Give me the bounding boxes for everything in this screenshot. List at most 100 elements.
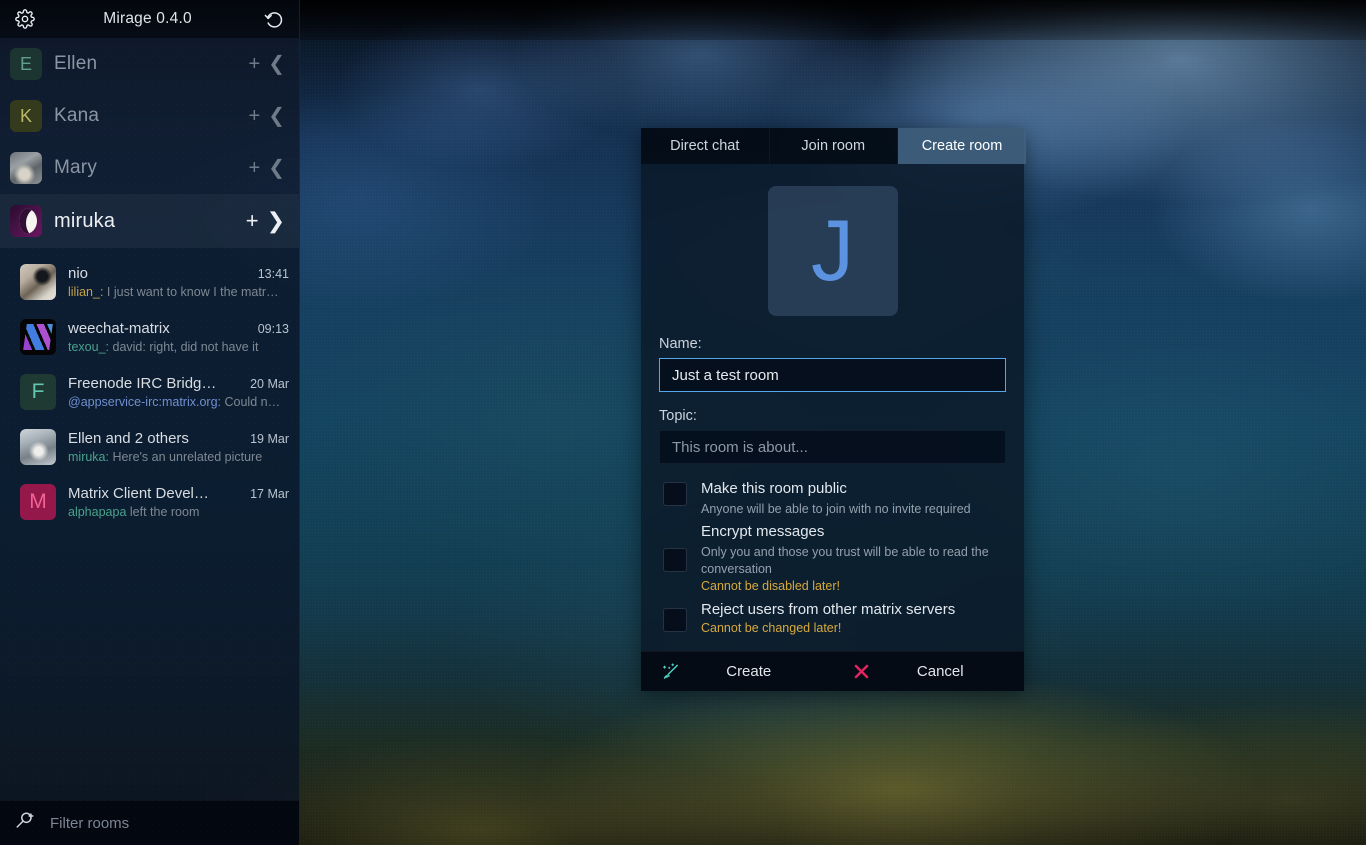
tab-join-room[interactable]: Join room [769,128,898,164]
room-list[interactable]: nio 13:41 lilian_: I just want to know I… [0,248,299,800]
room-topic-input[interactable] [659,430,1006,464]
option-encrypt[interactable]: Encrypt messages Only you and those you … [659,517,1006,594]
room-text: nio 13:41 lilian_: I just want to know I… [68,265,289,299]
filter-rooms-bar[interactable]: Filter rooms [0,800,299,845]
option-federate[interactable]: Reject users from other matrix servers C… [659,595,1006,637]
list-item[interactable]: M Matrix Client Devel… 17 Mar alphapapa … [0,474,299,529]
account-actions: + ❮ [249,106,285,126]
preview-sender: alphapapa [68,504,127,519]
preview-sender: @appservice-irc:matrix.org: [68,394,222,409]
plus-icon[interactable]: + [246,210,259,232]
gear-icon[interactable] [12,6,38,32]
option-subtitle: Only you and those you trust will be abl… [701,545,989,576]
room-avatar [20,318,56,355]
create-button[interactable]: Create [641,652,833,691]
list-item[interactable]: F Freenode IRC Bridg… 20 Mar @appservice… [0,364,299,419]
option-body: Reject users from other matrix servers C… [701,601,1006,637]
preview-text: left the room [126,504,200,519]
preview-sender: texou_: [68,339,110,354]
chevron-down-icon[interactable]: ❯ [267,210,285,232]
plus-icon[interactable]: + [249,158,261,178]
account-name: Mary [54,157,98,178]
preview-text: I just want to know I the matr… [103,284,279,299]
add-chat-dialog: Direct chat Join room Create room J Name… [641,128,1026,691]
avatar [10,205,42,237]
checkbox-encrypt[interactable] [663,547,687,572]
tab-create-room[interactable]: Create room [898,128,1026,164]
account-row-ellen[interactable]: E Ellen + ❮ [0,38,299,90]
account-actions: + ❮ [249,54,285,74]
preview-sender: lilian_: [68,284,104,299]
room-text: Matrix Client Devel… 17 Mar alphapapa le… [68,485,289,519]
room-avatar: F [20,373,56,410]
create-button-label: Create [726,662,772,680]
preview-sender: miruka: [68,449,109,464]
option-warning: Cannot be disabled later! [701,579,840,593]
option-body: Make this room public Anyone will be abl… [701,480,1006,517]
plus-icon[interactable]: + [249,106,261,126]
option-title: Reject users from other matrix servers [701,600,956,618]
room-text: Freenode IRC Bridg… 20 Mar @appservice-i… [68,375,289,409]
account-name: Ellen [54,53,98,74]
list-item[interactable]: Ellen and 2 others 19 Mar miruka: Here's… [0,419,299,474]
preview-text: Here's an unrelated picture [108,449,263,464]
room-text: Ellen and 2 others 19 Mar miruka: Here's… [68,430,289,464]
chevron-left-icon[interactable]: ❮ [268,106,285,126]
option-title: Encrypt messages [701,523,825,541]
room-text: weechat-matrix 09:13 texou_: david: righ… [68,320,289,354]
cross-icon [851,660,873,682]
room-line-top: Ellen and 2 others 19 Mar [68,430,289,447]
room-preview: alphapapa left the room [68,505,289,519]
create-room-form: J Name: Topic: Make this room public Any… [641,164,1024,639]
option-body: Encrypt messages Only you and those you … [701,523,1006,594]
avatar [10,152,42,184]
room-line-top: nio 13:41 [68,265,289,282]
tab-direct-chat[interactable]: Direct chat [641,128,770,164]
room-timestamp: 13:41 [257,266,289,281]
room-name: nio [68,264,89,282]
account-name: miruka [54,209,116,232]
room-line-top: Matrix Client Devel… 17 Mar [68,485,289,502]
room-line-top: Freenode IRC Bridg… 20 Mar [68,375,289,392]
chevron-left-icon[interactable]: ❮ [268,54,285,74]
room-preview: texou_: david: right, did not have it [68,340,289,354]
checkbox-reject-other-servers[interactable] [663,607,687,632]
room-preview: lilian_: I just want to know I the matr… [68,285,289,299]
app-title: Mirage 0.4.0 [103,10,192,27]
room-avatar: M [20,483,56,520]
search-plus-icon [14,810,36,837]
cancel-button[interactable]: Cancel [833,652,1025,691]
list-item[interactable]: nio 13:41 lilian_: I just want to know I… [0,254,299,309]
room-name: Ellen and 2 others [68,429,189,447]
account-row-mary[interactable]: Mary + ❮ [0,142,299,194]
room-preview: miruka: Here's an unrelated picture [68,450,289,464]
room-timestamp: 19 Mar [250,431,289,446]
list-item[interactable]: weechat-matrix 09:13 texou_: david: righ… [0,309,299,364]
sidebar-topbar: Mirage 0.4.0 [0,0,299,38]
room-timestamp: 17 Mar [250,486,289,501]
room-avatar [20,428,56,465]
checkbox-make-public[interactable] [663,482,687,506]
room-avatar [20,263,56,300]
account-row-kana[interactable]: K Kana + ❮ [0,90,299,142]
cancel-button-label: Cancel [916,662,964,680]
room-line-top: weechat-matrix 09:13 [68,320,289,337]
reload-icon[interactable] [261,6,287,32]
room-timestamp: 20 Mar [250,376,289,391]
chevron-left-icon[interactable]: ❮ [268,158,285,178]
preview-text: Could n… [221,394,281,409]
topic-label: Topic: [659,408,697,424]
room-name-input[interactable] [659,358,1006,392]
dialog-actions: Create Cancel [641,650,1025,691]
room-name: weechat-matrix [68,319,170,337]
preview-text: david: right, did not have it [109,339,259,354]
room-preview: @appservice-irc:matrix.org: Could n… [68,395,289,409]
filter-rooms-placeholder: Filter rooms [50,814,130,832]
option-make-public[interactable]: Make this room public Anyone will be abl… [659,474,1006,517]
account-row-miruka[interactable]: miruka + ❯ [0,194,299,248]
account-name: Kana [54,105,100,126]
room-avatar-picker[interactable]: J [767,186,898,316]
dialog-tabs: Direct chat Join room Create room [641,128,1026,164]
avatar: E [10,48,42,80]
plus-icon[interactable]: + [249,54,261,74]
